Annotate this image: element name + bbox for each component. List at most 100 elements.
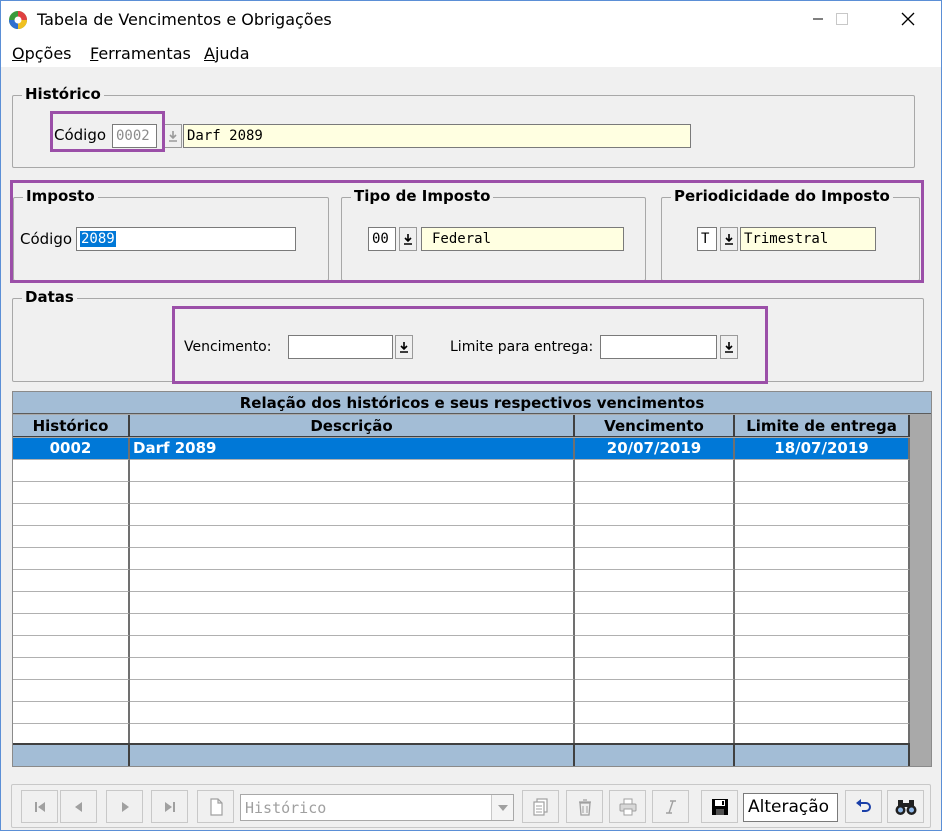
historico-descricao-field[interactable]: Darf 2089	[183, 124, 691, 148]
table-cell-historico: 0002	[13, 438, 130, 460]
print-button[interactable]	[609, 790, 646, 823]
col-header-historico[interactable]: Histórico	[13, 415, 130, 437]
close-icon	[901, 12, 915, 26]
next-record-button[interactable]	[106, 790, 143, 823]
table-cell-vencimento	[575, 592, 735, 614]
undo-icon	[855, 798, 871, 812]
table-cell-vencimento	[575, 548, 735, 570]
table-cell-historico	[13, 592, 130, 614]
table-row[interactable]	[13, 482, 910, 504]
col-header-vencimento[interactable]: Vencimento	[575, 415, 735, 437]
table-cell-vencimento	[575, 570, 735, 592]
table-row[interactable]	[13, 614, 910, 636]
menu-ajuda[interactable]: Ajuda	[204, 44, 250, 63]
table-row[interactable]	[13, 526, 910, 548]
search-button[interactable]	[887, 790, 924, 823]
menu-ajuda-rest: juda	[214, 44, 250, 63]
title-bar: Tabela de Vencimentos e Obrigações	[1, 1, 941, 37]
table-cell-historico	[13, 702, 130, 724]
table-cell-limite	[735, 702, 910, 724]
menu-ferramentas[interactable]: Ferramentas	[90, 44, 191, 63]
menu-bar: Opções Ferramentas Ajuda	[1, 37, 941, 67]
table-cell-descricao	[130, 504, 575, 526]
imposto-section-highlight	[10, 180, 924, 283]
table-row[interactable]	[13, 702, 910, 724]
historico-codigo-dropdown[interactable]	[164, 124, 182, 148]
table-cell-limite	[735, 636, 910, 658]
undo-button[interactable]	[845, 790, 882, 823]
table-cell-limite	[735, 658, 910, 680]
table-row[interactable]: 0002 Darf 2089 20/07/2019 18/07/2019	[13, 438, 910, 460]
table-cell-vencimento	[575, 482, 735, 504]
menu-opcoes[interactable]: Opções	[12, 44, 72, 63]
table-cell-descricao	[130, 614, 575, 636]
delete-button[interactable]	[566, 790, 603, 823]
previous-record-button[interactable]	[60, 790, 97, 823]
table-row[interactable]	[13, 548, 910, 570]
table-cell-vencimento: 20/07/2019	[575, 438, 735, 460]
bottom-toolbar: Histórico Alteração	[11, 784, 931, 828]
table-cell-limite	[735, 504, 910, 526]
table-cell-historico	[13, 482, 130, 504]
table-row[interactable]	[13, 680, 910, 702]
table-cell-limite	[735, 570, 910, 592]
col-header-limite[interactable]: Limite de entrega	[735, 415, 910, 437]
table-row[interactable]	[13, 570, 910, 592]
historico-legend: Histórico	[22, 85, 104, 103]
dropdown-arrow-icon	[169, 131, 177, 142]
window-title: Tabela de Vencimentos e Obrigações	[37, 10, 332, 29]
table-row[interactable]	[13, 460, 910, 482]
last-record-button[interactable]	[151, 790, 188, 823]
maximize-icon	[836, 13, 848, 25]
table-cell-descricao	[130, 570, 575, 592]
table-row[interactable]	[13, 636, 910, 658]
menu-opcoes-rest: pções	[24, 44, 72, 63]
first-record-button[interactable]	[21, 790, 58, 823]
table-cell-limite: 18/07/2019	[735, 438, 910, 460]
close-button[interactable]	[885, 1, 931, 37]
save-button[interactable]	[701, 790, 738, 823]
col-header-descricao[interactable]: Descrição	[130, 415, 575, 437]
grid-footer-cell	[735, 743, 910, 766]
table-cell-descricao	[130, 702, 575, 724]
new-record-button[interactable]	[197, 790, 234, 823]
table-cell-historico	[13, 636, 130, 658]
save-icon	[711, 798, 728, 815]
last-record-icon	[164, 801, 175, 812]
vencimentos-grid: Relação dos históricos e seus respectivo…	[12, 391, 932, 767]
table-cell-limite	[735, 592, 910, 614]
main-window: Tabela de Vencimentos e Obrigações Opçõe…	[0, 0, 942, 831]
table-cell-vencimento	[575, 702, 735, 724]
search-field-combo[interactable]: Histórico	[240, 794, 514, 821]
table-row[interactable]	[13, 658, 910, 680]
table-cell-historico	[13, 570, 130, 592]
table-cell-descricao	[130, 680, 575, 702]
table-cell-vencimento	[575, 658, 735, 680]
grid-footer-cell	[575, 743, 735, 766]
menu-ferramentas-rest: erramentas	[98, 44, 191, 63]
table-cell-historico	[13, 526, 130, 548]
search-field-dropdown[interactable]	[491, 795, 513, 820]
grid-scrollbar[interactable]	[910, 415, 931, 766]
table-cell-descricao: Darf 2089	[130, 438, 575, 460]
historico-codigo-highlight	[50, 111, 165, 152]
grid-caption: Relação dos históricos e seus respectivo…	[13, 392, 931, 414]
table-cell-vencimento	[575, 504, 735, 526]
table-cell-limite	[735, 614, 910, 636]
table-row[interactable]	[13, 592, 910, 614]
app-icon	[9, 11, 27, 29]
table-cell-historico	[13, 658, 130, 680]
table-cell-vencimento	[575, 636, 735, 658]
table-cell-limite	[735, 526, 910, 548]
table-cell-historico	[13, 614, 130, 636]
menu-opcoes-accel: O	[12, 44, 25, 63]
grid-footer-cell	[130, 743, 575, 766]
italic-icon	[665, 799, 676, 814]
previous-record-icon	[74, 801, 82, 812]
chevron-down-icon	[497, 804, 508, 811]
copy-button[interactable]	[522, 790, 559, 823]
table-row[interactable]	[13, 504, 910, 526]
binoculars-icon	[895, 799, 916, 815]
italic-button[interactable]	[652, 790, 689, 823]
maximize-button[interactable]	[819, 1, 865, 37]
